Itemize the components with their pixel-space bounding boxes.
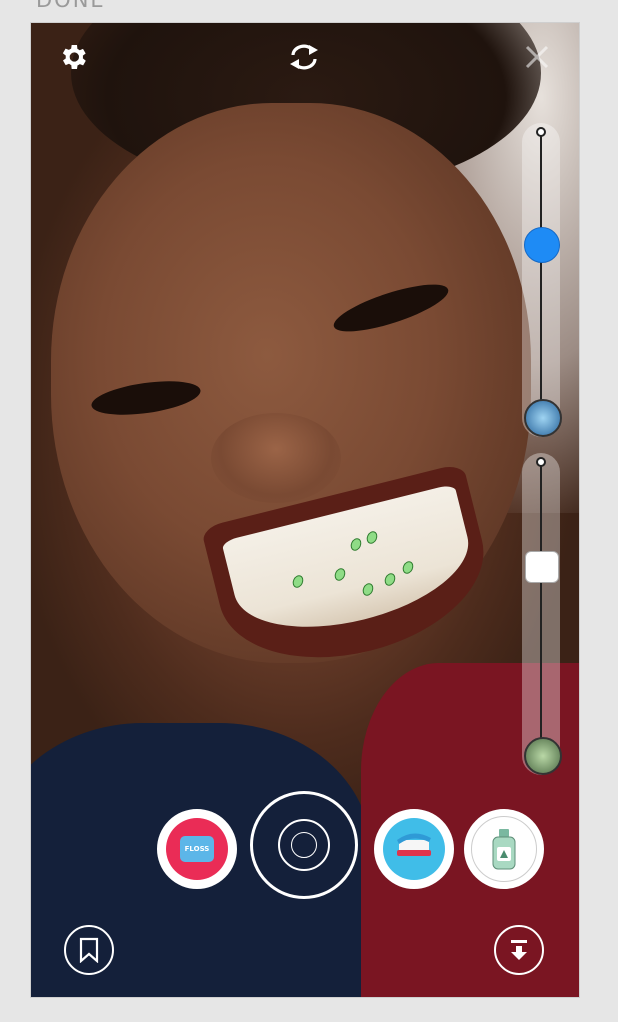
slider-knob[interactable] [524,226,560,263]
shutter-button[interactable] [250,791,358,899]
germ-level-slider[interactable] [522,453,562,775]
switch-camera-icon[interactable] [285,41,323,73]
camera-lens-icon [278,819,330,871]
slider-track [540,135,542,417]
toothbrush-tool-button[interactable] [374,809,454,889]
floss-label: FLOSS [180,836,214,862]
slider-top-dot [536,457,546,467]
slider-top-dot [536,127,546,137]
rinse-icon[interactable] [524,399,562,437]
mouthwash-tool-button[interactable] [464,809,544,889]
nose [211,413,341,503]
floss-icon: FLOSS [166,818,228,880]
toothbrush-icon [383,818,445,880]
slider-track [540,465,542,755]
germ-icon[interactable] [524,737,562,775]
bookmark-button[interactable] [64,925,114,975]
camera-view: FLOSS [30,22,580,998]
floss-tool-button[interactable]: FLOSS [157,809,237,889]
download-icon [511,940,527,960]
close-icon[interactable] [521,41,553,73]
lens-circle [291,832,317,858]
mouthwash-icon [471,816,537,882]
rinse-level-slider[interactable] [522,123,562,437]
bookmark-icon [79,937,99,963]
gear-icon[interactable] [57,41,89,73]
done-label[interactable]: DONE [36,0,106,12]
slider-knob[interactable] [525,550,559,583]
download-button[interactable] [494,925,544,975]
